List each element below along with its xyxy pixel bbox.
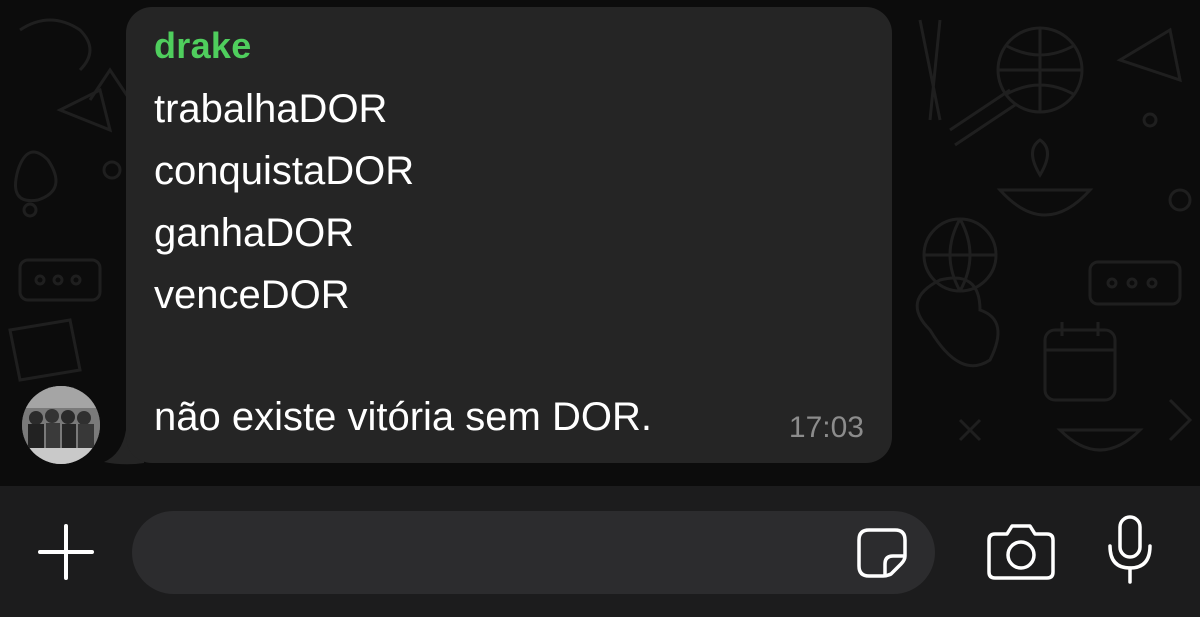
- plus-icon: [38, 524, 94, 580]
- sticker-button[interactable]: [855, 526, 909, 580]
- message-line: conquistaDOR: [154, 149, 415, 193]
- microphone-icon: [1108, 515, 1152, 584]
- message-timestamp: 17:03: [788, 411, 864, 444]
- avatar-photo-icon: [22, 386, 100, 464]
- message-line: ganhaDOR: [154, 211, 355, 255]
- message-line: venceDOR: [154, 273, 350, 317]
- message-text-field[interactable]: [132, 511, 935, 594]
- sender-avatar[interactable]: [22, 386, 100, 464]
- sticker-icon: [857, 528, 907, 578]
- microphone-button[interactable]: [1104, 514, 1156, 586]
- sender-name[interactable]: drake: [154, 25, 252, 67]
- camera-button[interactable]: [985, 522, 1057, 582]
- chat-area: drake trabalhaDOR conquistaDOR ganhaDOR …: [0, 0, 1200, 486]
- camera-icon: [987, 524, 1055, 580]
- message-line: não existe vitória sem DOR.: [154, 395, 652, 439]
- message-input-bar: [0, 486, 1200, 617]
- attach-button[interactable]: [34, 520, 98, 584]
- message-line: trabalhaDOR: [154, 87, 388, 131]
- message-bubble[interactable]: drake trabalhaDOR conquistaDOR ganhaDOR …: [126, 7, 892, 463]
